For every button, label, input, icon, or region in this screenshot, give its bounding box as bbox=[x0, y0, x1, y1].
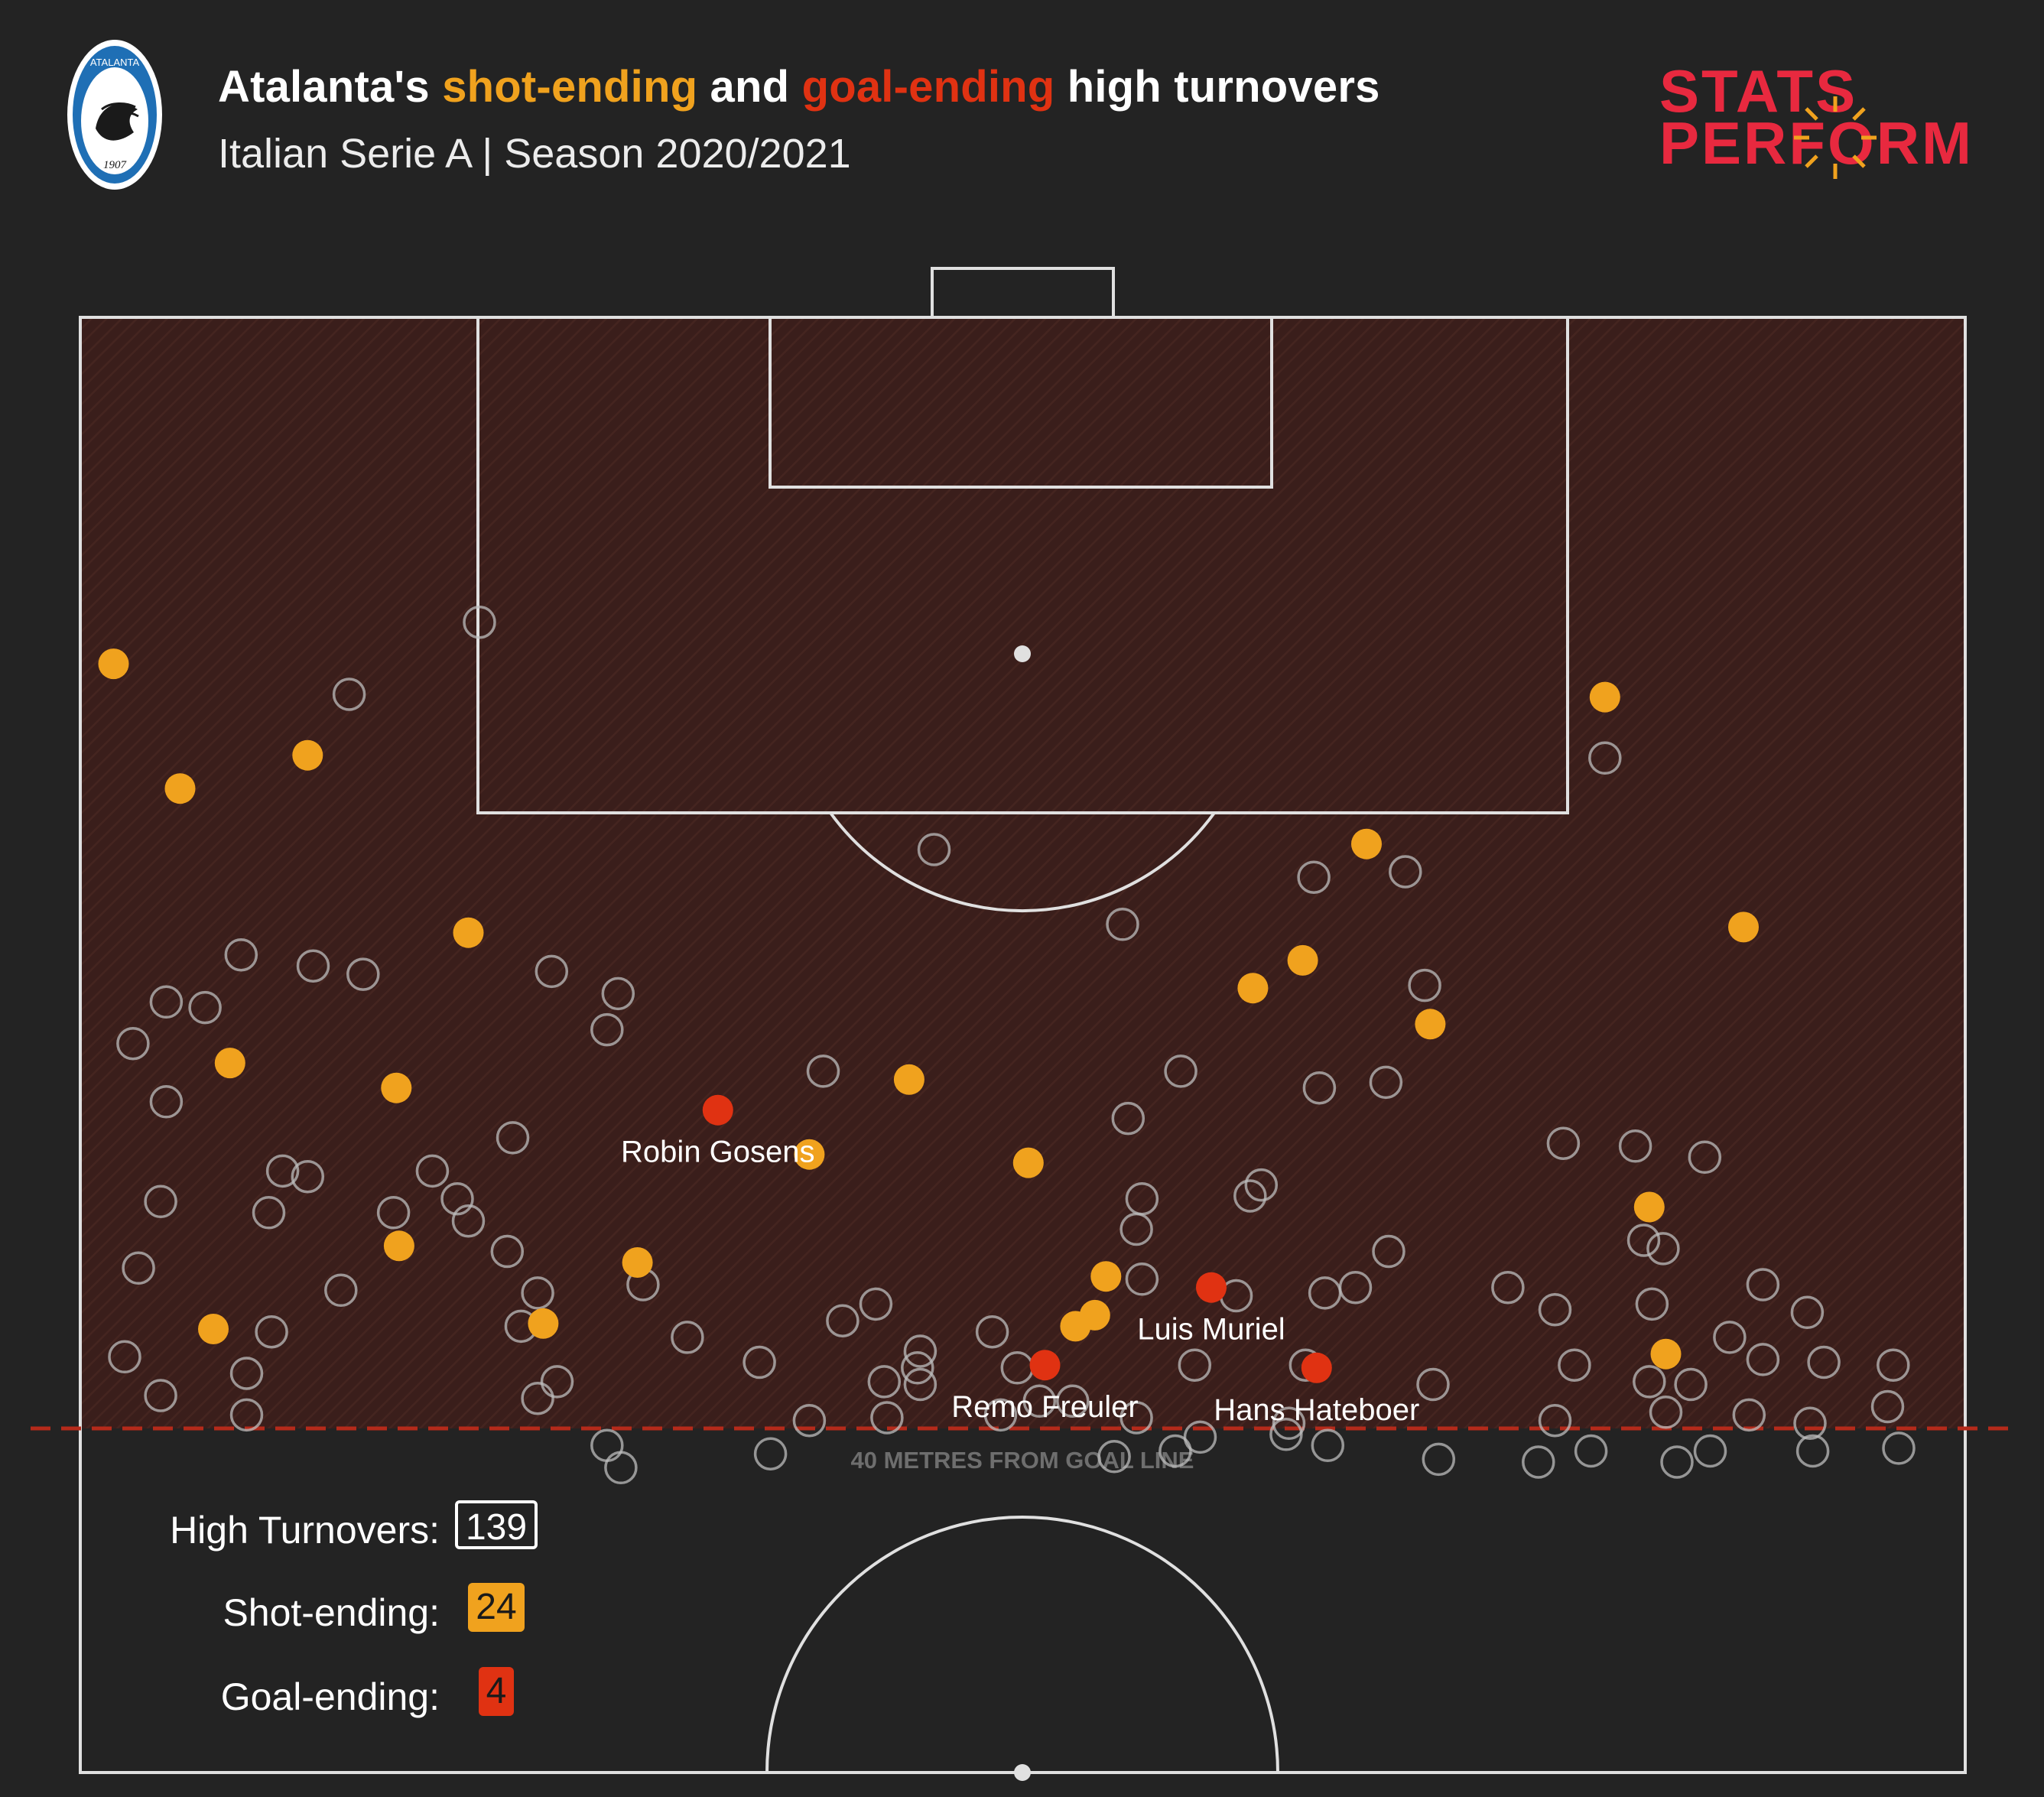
shot-ending-point bbox=[1589, 681, 1620, 713]
shot-ending-point bbox=[1060, 1311, 1091, 1342]
shot-ending-point bbox=[198, 1314, 229, 1344]
goal bbox=[931, 267, 1115, 319]
player-label: Remo Freuler bbox=[951, 1390, 1139, 1424]
other-high-turnovers-point bbox=[1311, 1428, 1345, 1463]
centre-circle bbox=[765, 1516, 1279, 1773]
shot-ending-point bbox=[453, 917, 484, 948]
player-label: Hans Hateboer bbox=[1214, 1393, 1419, 1427]
legend-goal-ending: Goal-ending: 4 bbox=[0, 1667, 535, 1721]
shot-ending-point bbox=[1237, 973, 1269, 1004]
legend-label-high-turnovers: High Turnovers: bbox=[170, 1509, 440, 1552]
other-high-turnovers-point bbox=[1522, 1445, 1555, 1479]
shot-ending-point bbox=[164, 773, 196, 804]
other-high-turnovers-point bbox=[1693, 1434, 1727, 1468]
shot-ending-point bbox=[1012, 1147, 1044, 1178]
shot-ending-point bbox=[214, 1048, 245, 1079]
shot-ending-point bbox=[1728, 911, 1759, 943]
goal-ending-point bbox=[702, 1094, 733, 1126]
player-label: Luis Muriel bbox=[1137, 1313, 1285, 1347]
goal-ending-point bbox=[1301, 1352, 1332, 1383]
shot-ending-point bbox=[893, 1064, 925, 1095]
shot-ending-point bbox=[1090, 1261, 1122, 1292]
centre-spot bbox=[1014, 1764, 1031, 1781]
high-turnover-zone bbox=[80, 317, 1965, 1428]
goal-ending-point bbox=[1029, 1350, 1061, 1381]
other-high-turnovers-point bbox=[1882, 1431, 1916, 1465]
legend-label-goal-ending: Goal-ending: bbox=[220, 1675, 440, 1718]
other-high-turnovers-point bbox=[1795, 1434, 1830, 1468]
shot-ending-point bbox=[622, 1247, 653, 1278]
other-high-turnovers-point bbox=[604, 1451, 638, 1485]
goal-ending-point bbox=[1196, 1272, 1227, 1303]
legend-value-goal-ending: 4 bbox=[479, 1667, 514, 1716]
shot-ending-point bbox=[383, 1230, 414, 1262]
threshold-label: 40 METRES FROM GOAL LINE bbox=[851, 1447, 1194, 1474]
shot-ending-point bbox=[528, 1308, 559, 1339]
shot-ending-point bbox=[1650, 1338, 1682, 1370]
shot-ending-point bbox=[381, 1072, 412, 1103]
other-high-turnovers-point bbox=[1422, 1442, 1456, 1477]
other-high-turnovers-point bbox=[1660, 1445, 1694, 1479]
legend-shot-ending: Shot-ending: 24 bbox=[0, 1583, 535, 1636]
legend-high-turnovers: High Turnovers: 139 bbox=[0, 1500, 538, 1554]
shot-ending-point bbox=[1633, 1191, 1665, 1223]
shot-ending-point bbox=[98, 648, 129, 680]
shot-ending-point bbox=[292, 739, 323, 771]
shot-ending-point bbox=[1351, 828, 1382, 860]
other-high-turnovers-point bbox=[1574, 1434, 1608, 1468]
shot-ending-point bbox=[1415, 1009, 1446, 1040]
legend-label-shot-ending: Shot-ending: bbox=[223, 1591, 440, 1634]
shot-ending-point bbox=[1287, 944, 1318, 976]
player-label: Robin Gosens bbox=[621, 1136, 814, 1169]
legend-value-high-turnovers: 139 bbox=[455, 1500, 538, 1549]
penalty-spot bbox=[1014, 645, 1031, 662]
other-high-turnovers-point bbox=[590, 1428, 624, 1463]
other-high-turnovers-point bbox=[753, 1437, 788, 1470]
legend-value-shot-ending: 24 bbox=[468, 1583, 525, 1632]
